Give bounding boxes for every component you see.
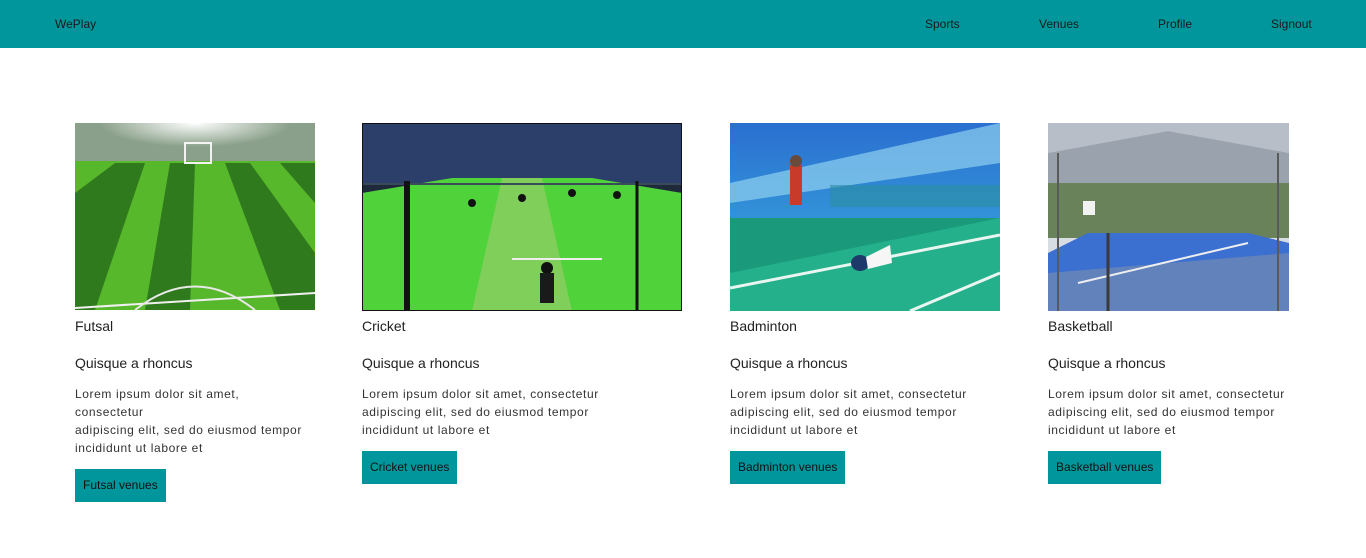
nav-link-venues[interactable]: Venues xyxy=(1039,17,1079,31)
nav-link-signout[interactable]: Signout xyxy=(1271,17,1312,31)
card-subtitle: Quisque a rhoncus xyxy=(730,355,848,371)
cricket-image xyxy=(362,123,692,316)
sport-card-cricket: Cricket Quisque a rhoncus Lorem ipsum do… xyxy=(362,123,692,484)
badminton-image xyxy=(730,123,1010,316)
badminton-venues-button[interactable]: Badminton venues xyxy=(730,451,846,484)
brand-logo-link[interactable]: WePlay xyxy=(55,17,96,31)
nav-link-profile[interactable]: Profile xyxy=(1158,17,1192,31)
card-description: Lorem ipsum dolor sit amet, consectetur … xyxy=(362,387,599,437)
top-navbar: WePlay Sports Venues Profile Signout xyxy=(0,0,1366,48)
basketball-venues-button[interactable]: Basketball venues xyxy=(1048,451,1162,484)
card-subtitle: Quisque a rhoncus xyxy=(362,355,480,371)
card-title: Cricket xyxy=(362,318,406,334)
basketball-image xyxy=(1048,123,1298,316)
card-title: Badminton xyxy=(730,318,797,334)
card-subtitle: Quisque a rhoncus xyxy=(75,355,193,371)
card-title: Basketball xyxy=(1048,318,1113,334)
nav-link-sports[interactable]: Sports xyxy=(925,17,960,31)
futsal-image xyxy=(75,123,325,315)
card-description: Lorem ipsum dolor sit amet, consectetur … xyxy=(730,387,967,437)
card-description: Lorem ipsum dolor sit amet, consectetur … xyxy=(1048,387,1285,437)
sport-card-badminton: Badminton Quisque a rhoncus Lorem ipsum … xyxy=(730,123,1010,484)
cricket-venues-button[interactable]: Cricket venues xyxy=(362,451,458,484)
card-description: Lorem ipsum dolor sit amet, consectetur … xyxy=(75,387,302,455)
futsal-venues-button[interactable]: Futsal venues xyxy=(75,469,166,502)
card-subtitle: Quisque a rhoncus xyxy=(1048,355,1166,371)
sport-card-futsal: Futsal Quisque a rhoncus Lorem ipsum dol… xyxy=(75,123,325,502)
card-title: Futsal xyxy=(75,318,114,334)
sport-card-basketball: Basketball Quisque a rhoncus Lorem ipsum… xyxy=(1048,123,1298,484)
